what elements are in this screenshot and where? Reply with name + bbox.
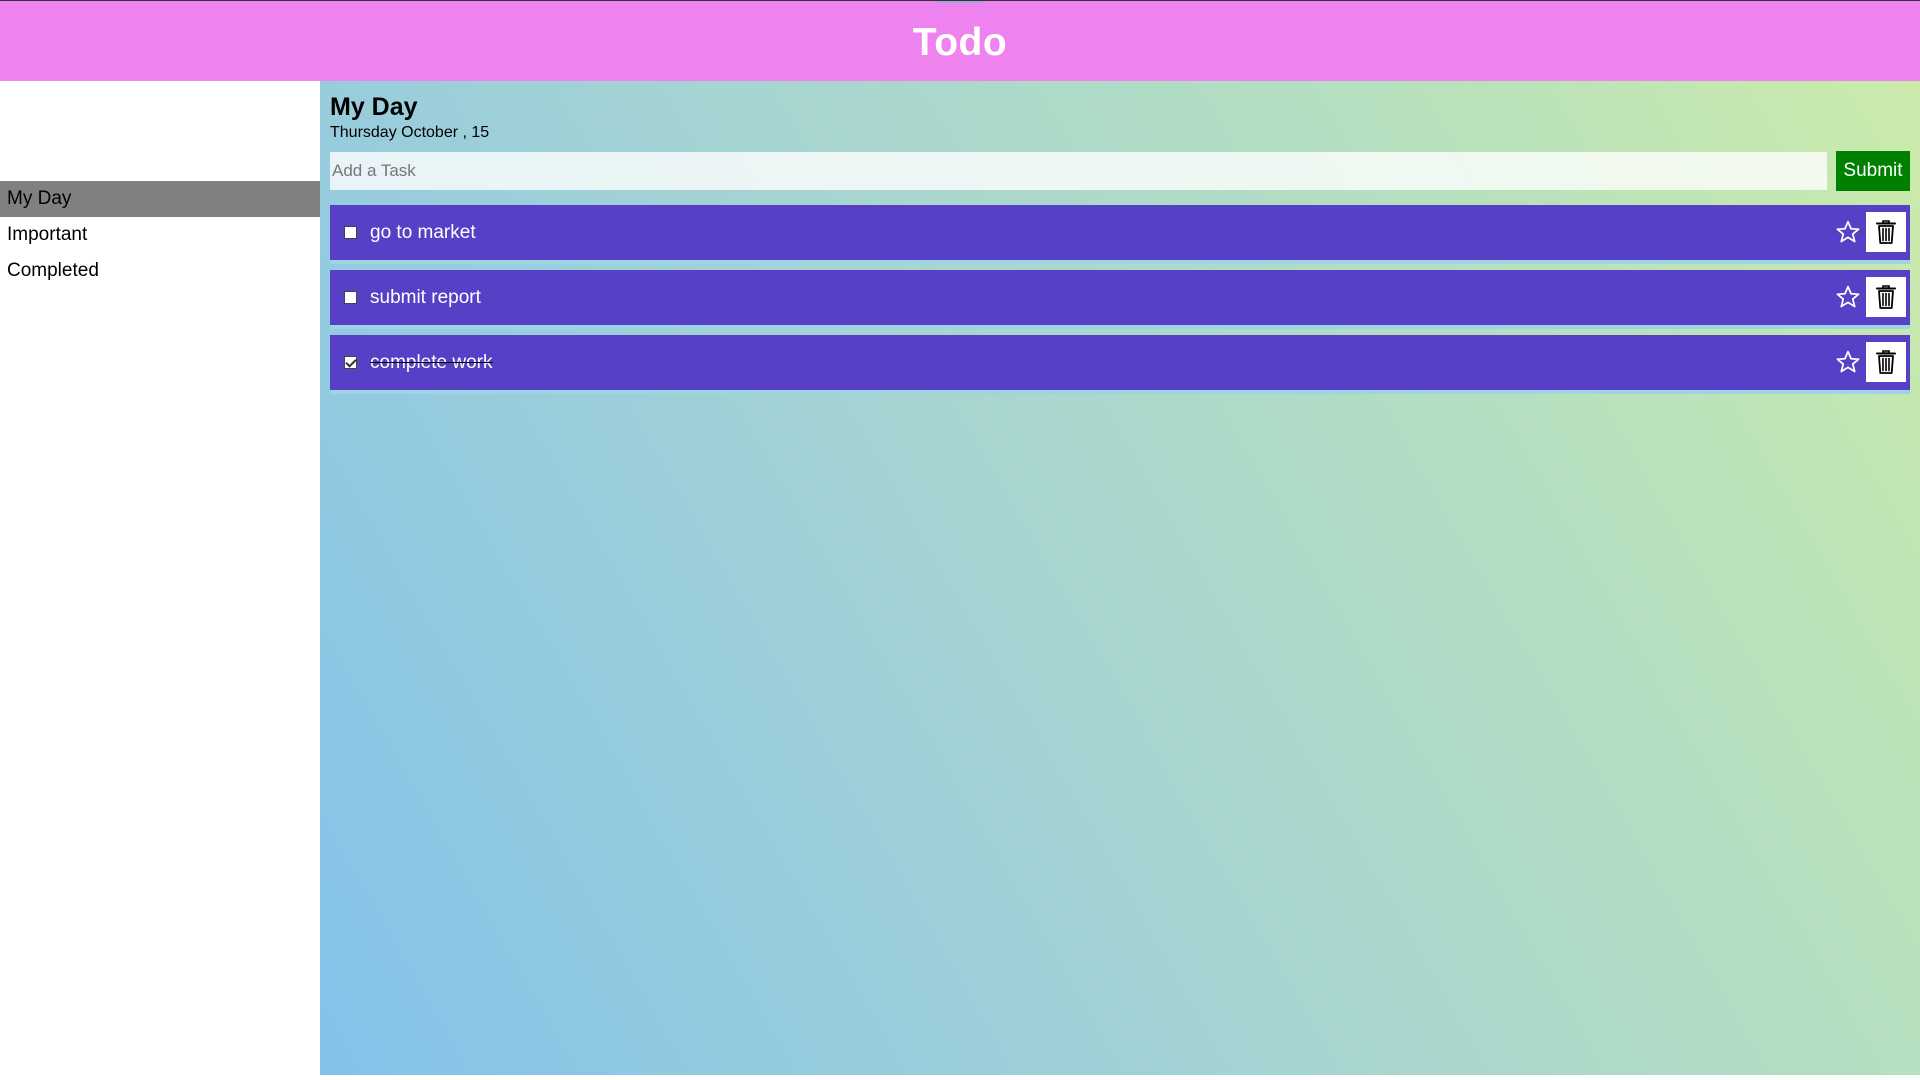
task-checkbox[interactable] xyxy=(344,291,357,304)
task-checkbox-checked[interactable] xyxy=(344,356,357,369)
sidebar: My Day Important Completed xyxy=(0,81,320,1075)
add-task-input[interactable] xyxy=(330,152,1827,190)
sidebar-item-my-day[interactable]: My Day xyxy=(0,181,320,217)
add-task-form: Submit xyxy=(330,151,1910,191)
task-actions xyxy=(1835,342,1906,382)
main-panel: My Day Thursday October , 15 Submit go t… xyxy=(320,81,1920,1075)
sidebar-item-label: My Day xyxy=(7,188,72,209)
star-icon[interactable] xyxy=(1835,349,1861,375)
task-text: submit report xyxy=(370,286,481,308)
task-list: go to market submit report complete work xyxy=(330,205,1910,394)
task-item: go to market xyxy=(330,205,1910,264)
app-header: Todo xyxy=(0,0,1920,81)
star-icon[interactable] xyxy=(1835,219,1861,245)
page-title: My Day xyxy=(330,93,418,121)
submit-button[interactable]: Submit xyxy=(1836,151,1910,191)
task-item: submit report xyxy=(330,270,1910,329)
task-text: complete work xyxy=(370,351,493,373)
sidebar-item-completed[interactable]: Completed xyxy=(0,253,320,289)
sidebar-item-label: Completed xyxy=(7,260,99,281)
delete-button[interactable] xyxy=(1866,277,1906,317)
delete-button[interactable] xyxy=(1866,342,1906,382)
task-text: go to market xyxy=(370,221,476,243)
task-actions xyxy=(1835,277,1906,317)
page-date: Thursday October , 15 xyxy=(330,124,490,141)
delete-button[interactable] xyxy=(1866,212,1906,252)
trash-icon xyxy=(1876,285,1896,309)
trash-icon xyxy=(1876,220,1896,244)
trash-icon xyxy=(1876,350,1896,374)
app-title: Todo xyxy=(912,21,1008,64)
header-notch xyxy=(937,1,983,3)
star-icon[interactable] xyxy=(1835,284,1861,310)
sidebar-item-important[interactable]: Important xyxy=(0,217,320,253)
task-item: complete work xyxy=(330,335,1910,394)
task-checkbox[interactable] xyxy=(344,226,357,239)
sidebar-item-label: Important xyxy=(7,224,88,245)
task-actions xyxy=(1835,212,1906,252)
